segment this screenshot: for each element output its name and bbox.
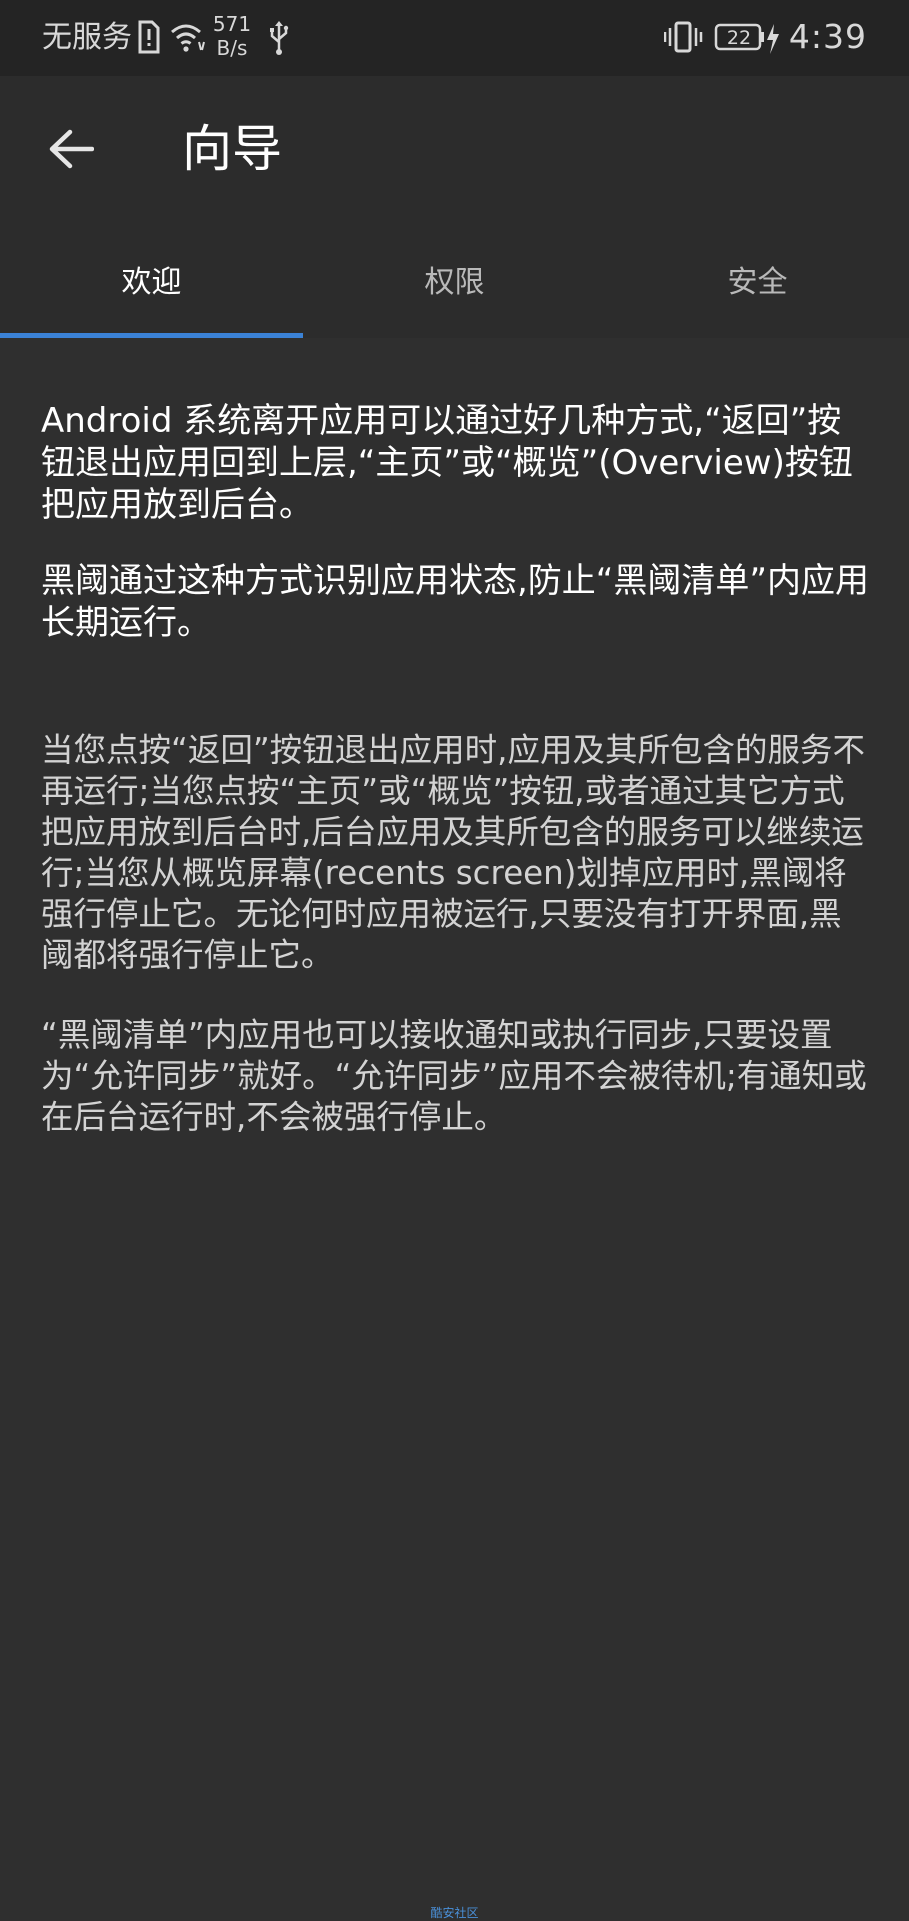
tab-welcome-label: 欢迎 [121,265,182,300]
network-speed: 571 B/s [210,12,254,60]
page-title: 向导 [182,120,282,178]
wifi-icon [171,24,205,52]
tab-permissions[interactable]: 权限 [303,226,606,338]
app-bar: 向导 [0,76,909,226]
battery-level: 22 [726,27,752,49]
carrier-text: 无服务 [42,20,132,55]
vibrate-icon [664,21,703,53]
tab-security[interactable]: 安全 [606,226,909,338]
signal-wifi-icons [138,20,205,54]
tab-security-label: 安全 [727,265,788,300]
status-bar: 无服务 571 B/s 22 4:39 [0,0,909,76]
tab-permissions-label: 权限 [424,265,485,300]
network-speed-value: 571 [212,12,252,36]
clock: 4:39 [788,17,867,56]
tab-welcome[interactable]: 欢迎 [0,226,303,338]
intro-paragraph: Android 系统离开应用可以通过好几种方式,“返回”按钮退出应用回到上层,“… [41,401,853,525]
sync-paragraph: “黑阈清单”内应用也可以接收通知或执行同步,只要设置为“允许同步”就好。“允许同… [41,1016,867,1136]
back-button[interactable] [34,112,108,186]
sim-alert-icon [138,20,160,54]
watermark: 酷安社区 [430,1906,479,1920]
tab-bar: 欢迎 权限 安全 [0,226,909,338]
usb-icon [270,21,289,55]
behavior-paragraph: 当您点按“返回”按钮退出应用时,应用及其所包含的服务不再运行;当您点按“主页”或… [41,731,866,974]
arrow-back-icon [49,129,94,169]
charging-icon [767,24,779,54]
network-speed-unit: B/s [216,36,248,60]
purpose-paragraph: 黑阈通过这种方式识别应用状态,防止“黑阈清单”内应用长期运行。 [41,561,870,643]
tab-active-indicator [0,333,303,338]
